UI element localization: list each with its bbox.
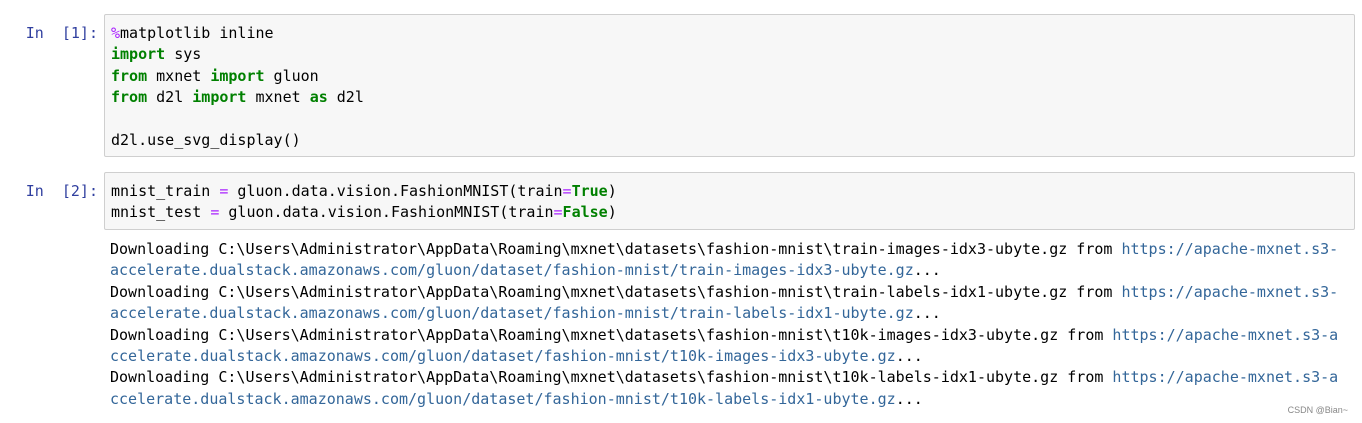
code-token: Downloading C:\Users\Administrator\AppDa…	[110, 282, 1122, 301]
cell-2-stderr: Downloading C:\Users\Administrator\AppDa…	[110, 239, 1350, 410]
output-line: accelerate.dualstack.amazonaws.com/gluon…	[110, 260, 1350, 281]
code-token: ...	[913, 261, 941, 280]
code-token: mnist_test	[111, 203, 211, 222]
code-token: ...	[895, 389, 923, 408]
output-line: ccelerate.dualstack.amazonaws.com/gluon/…	[110, 346, 1350, 367]
url-link[interactable]: https://apache-mxnet.s3-a	[1112, 326, 1338, 344]
code-token: =	[562, 182, 572, 200]
code-token: gluon.data.vision.FashionMNIST(train	[219, 203, 554, 222]
code-line: mnist_train = gluon.data.vision.FashionM…	[111, 181, 1348, 202]
cell-2-code: mnist_train = gluon.data.vision.FashionM…	[111, 181, 1348, 224]
code-token: Downloading C:\Users\Administrator\AppDa…	[110, 325, 1113, 344]
code-token: Downloading C:\Users\Administrator\AppDa…	[110, 368, 1113, 387]
url-link[interactable]: accelerate.dualstack.amazonaws.com/gluon…	[110, 304, 914, 322]
cell-2-output: Downloading C:\Users\Administrator\AppDa…	[110, 239, 1350, 410]
code-token: gluon.data.vision.FashionMNIST(train	[228, 182, 563, 200]
url-link[interactable]: accelerate.dualstack.amazonaws.com/gluon…	[110, 261, 914, 279]
keyword-token: from	[111, 66, 148, 85]
output-line: Downloading C:\Users\Administrator\AppDa…	[110, 367, 1350, 388]
url-link[interactable]: https://apache-mxnet.s3-	[1121, 283, 1338, 301]
output-line: accelerate.dualstack.amazonaws.com/gluon…	[110, 303, 1350, 324]
code-token: Downloading C:\Users\Administrator\AppDa…	[110, 240, 1122, 258]
watermark: CSDN @Bian~	[1287, 405, 1348, 415]
code-line: d2l.use_svg_display()	[111, 130, 1348, 151]
code-token: ...	[913, 304, 941, 323]
output-line: Downloading C:\Users\Administrator\AppDa…	[110, 325, 1350, 346]
cell-1-input[interactable]: %matplotlib inline import sys from mxnet i…	[104, 14, 1355, 157]
code-line: import sys	[111, 44, 1348, 65]
output-line: Downloading C:\Users\Administrator\AppDa…	[110, 239, 1350, 260]
keyword-token: from	[111, 88, 148, 107]
code-token: gluon	[264, 66, 319, 85]
code-token: d2l.use_svg_display()	[111, 130, 301, 149]
code-token: )	[607, 182, 617, 200]
keyword-token: as	[309, 88, 328, 107]
url-link[interactable]: https://apache-mxnet.s3-a	[1112, 368, 1338, 386]
code-line: mnist_test = gluon.data.vision.FashionMN…	[111, 202, 1348, 223]
keyword-token: False	[562, 203, 608, 222]
keyword-token: import	[210, 66, 265, 85]
keyword-token: import	[192, 88, 247, 107]
code-token: %	[111, 24, 121, 42]
output-line: ccelerate.dualstack.amazonaws.com/gluon/…	[110, 389, 1350, 410]
code-token: mnist_train	[111, 182, 220, 200]
cell-2-prompt: In [2]:	[25, 182, 98, 200]
output-line: Downloading C:\Users\Administrator\AppDa…	[110, 282, 1350, 303]
code-token: d2l	[327, 88, 364, 107]
url-link[interactable]: ccelerate.dualstack.amazonaws.com/gluon/…	[110, 347, 896, 365]
url-link[interactable]: ccelerate.dualstack.amazonaws.com/gluon/…	[110, 390, 896, 408]
code-line: from mxnet import gluon	[111, 66, 1348, 87]
code-token: sys	[165, 45, 202, 64]
cell-2-input[interactable]: mnist_train = gluon.data.vision.FashionM…	[104, 172, 1355, 230]
code-token: ...	[895, 346, 923, 365]
url-link[interactable]: https://apache-mxnet.s3-	[1121, 240, 1338, 258]
cell-1-code: %matplotlib inline import sys from mxnet i…	[111, 23, 1348, 151]
code-token: matplotlib inline	[120, 24, 274, 42]
code-token: d2l	[147, 88, 193, 107]
code-line: from d2l import mxnet as d2l	[111, 87, 1348, 108]
code-token: mxnet	[246, 88, 310, 107]
keyword-token: True	[571, 182, 608, 200]
keyword-token: import	[111, 45, 166, 64]
code-line: %matplotlib inline	[111, 23, 1348, 44]
code-token: )	[607, 203, 617, 222]
cell-1-prompt: In [1]:	[25, 24, 98, 42]
code-token: =	[553, 203, 563, 222]
code-token: mxnet	[147, 66, 211, 85]
